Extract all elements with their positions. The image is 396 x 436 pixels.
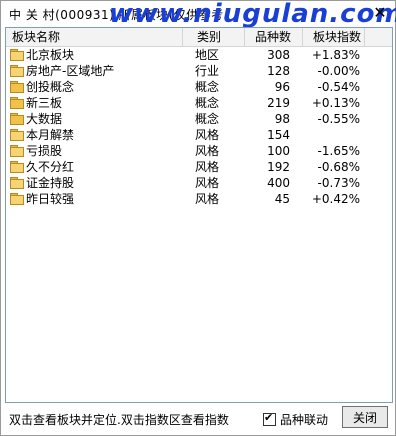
sector-name: 久不分红 <box>26 160 75 174</box>
sector-name-cell: 亏损股 <box>10 143 62 159</box>
sector-category: 地区 <box>195 48 220 62</box>
sector-name: 新三板 <box>26 96 63 110</box>
sector-category: 风格 <box>195 160 220 174</box>
table-row[interactable]: 创投概念 概念 96 -0.54% <box>6 79 392 95</box>
table-row[interactable]: 大数据 概念 98 -0.55% <box>6 111 392 127</box>
sector-name: 创投概念 <box>26 80 75 94</box>
table-row[interactable]: 亏损股 风格 100 -1.65% <box>6 143 392 159</box>
sector-name-cell: 创投概念 <box>10 79 74 95</box>
table-row[interactable]: 久不分红 风格 192 -0.68% <box>6 159 392 175</box>
sector-name-cell: 证金持股 <box>10 175 74 191</box>
sector-count: 96 <box>274 80 290 94</box>
folder-icon <box>10 81 24 93</box>
sector-category: 风格 <box>195 176 220 190</box>
sector-name-cell: 大数据 <box>10 111 62 127</box>
check-icon: ✔ <box>264 411 274 424</box>
checkbox-label: 品种联动 <box>280 413 329 427</box>
sector-index[interactable]: -0.54% <box>306 79 360 95</box>
sector-category: 风格 <box>195 144 220 158</box>
title-bar: 中 关 村(000931) 所属板块(仅供参考 www.niugulan.com… <box>1 0 396 29</box>
sector-name-cell: 新三板 <box>10 95 62 111</box>
sector-count: 192 <box>267 160 290 174</box>
column-header-index[interactable]: 板块指数 <box>303 28 365 46</box>
sector-category: 概念 <box>195 80 220 94</box>
folder-icon <box>10 65 24 77</box>
watermark: www.niugulan.com <box>109 0 396 29</box>
sector-name: 大数据 <box>26 112 63 126</box>
table-row[interactable]: 房地产-区域地产 行业 128 -0.00% <box>6 63 392 79</box>
sector-name: 房地产-区域地产 <box>26 64 115 78</box>
sector-name: 证金持股 <box>26 176 75 190</box>
sector-name-cell: 房地产-区域地产 <box>10 63 114 79</box>
column-header-count[interactable]: 品种数 <box>245 28 303 46</box>
sector-category: 行业 <box>195 64 220 78</box>
sector-name-cell: 久不分红 <box>10 159 74 175</box>
sector-index[interactable]: +1.83% <box>306 47 360 63</box>
table-row[interactable]: 证金持股 风格 400 -0.73% <box>6 175 392 191</box>
sector-count: 400 <box>267 176 290 190</box>
table-row[interactable]: 本月解禁 风格 154 <box>6 127 392 143</box>
status-hint: 双击查看板块并定位.双击指数区查看指数 <box>9 413 229 427</box>
linkage-checkbox[interactable]: ✔ 品种联动 <box>263 411 328 428</box>
folder-icon <box>10 145 24 157</box>
sector-count: 45 <box>274 192 290 206</box>
sector-category: 风格 <box>195 192 220 206</box>
folder-icon <box>10 49 24 61</box>
sector-name: 亏损股 <box>26 144 63 158</box>
table-row[interactable]: 新三板 概念 219 +0.13% <box>6 95 392 111</box>
sector-category: 概念 <box>195 96 220 110</box>
sector-count: 100 <box>267 144 290 158</box>
sector-count: 154 <box>267 128 290 142</box>
sector-category: 风格 <box>195 128 220 142</box>
sector-index[interactable]: -1.65% <box>306 143 360 159</box>
checkbox-box[interactable]: ✔ <box>263 411 276 426</box>
sector-name: 本月解禁 <box>26 128 75 142</box>
folder-icon <box>10 193 24 205</box>
column-header-category[interactable]: 类别 <box>183 28 245 46</box>
sector-index[interactable]: +0.42% <box>306 191 360 207</box>
folder-icon <box>10 129 24 141</box>
sector-index[interactable]: -0.73% <box>306 175 360 191</box>
folder-icon <box>10 97 24 109</box>
table-row[interactable]: 北京板块 地区 308 +1.83% <box>6 47 392 63</box>
sector-window: 中 关 村(000931) 所属板块(仅供参考 www.niugulan.com… <box>0 0 396 436</box>
sector-index[interactable]: -0.00% <box>306 63 360 79</box>
sector-index[interactable]: -0.55% <box>306 111 360 127</box>
sector-count: 308 <box>267 48 290 62</box>
sector-count: 128 <box>267 64 290 78</box>
sector-count: 219 <box>267 96 290 110</box>
sector-list[interactable]: 板块名称 类别 品种数 板块指数 北京板块 地区 308 +1.83% 房地产-区域地产… <box>5 27 393 403</box>
folder-icon <box>10 161 24 173</box>
sector-name-cell: 北京板块 <box>10 47 74 63</box>
table-row[interactable]: 昨日较强 风格 45 +0.42% <box>6 191 392 207</box>
sector-name-cell: 本月解禁 <box>10 127 74 143</box>
folder-icon <box>10 177 24 189</box>
sector-index[interactable]: +0.13% <box>306 95 360 111</box>
sector-count: 98 <box>274 112 290 126</box>
sector-category: 概念 <box>195 112 220 126</box>
sector-name: 北京板块 <box>26 48 75 62</box>
list-header: 板块名称 类别 品种数 板块指数 <box>6 28 392 47</box>
sector-name: 昨日较强 <box>26 192 75 206</box>
list-rows: 北京板块 地区 308 +1.83% 房地产-区域地产 行业 128 -0.00% 创投概念 概念… <box>6 47 392 207</box>
close-icon[interactable]: ✕ <box>371 4 389 22</box>
sector-name-cell: 昨日较强 <box>10 191 74 207</box>
folder-icon <box>10 113 24 125</box>
sector-index[interactable]: -0.68% <box>306 159 360 175</box>
column-header-name[interactable]: 板块名称 <box>6 28 183 46</box>
close-button[interactable]: 关闭 <box>342 406 388 428</box>
